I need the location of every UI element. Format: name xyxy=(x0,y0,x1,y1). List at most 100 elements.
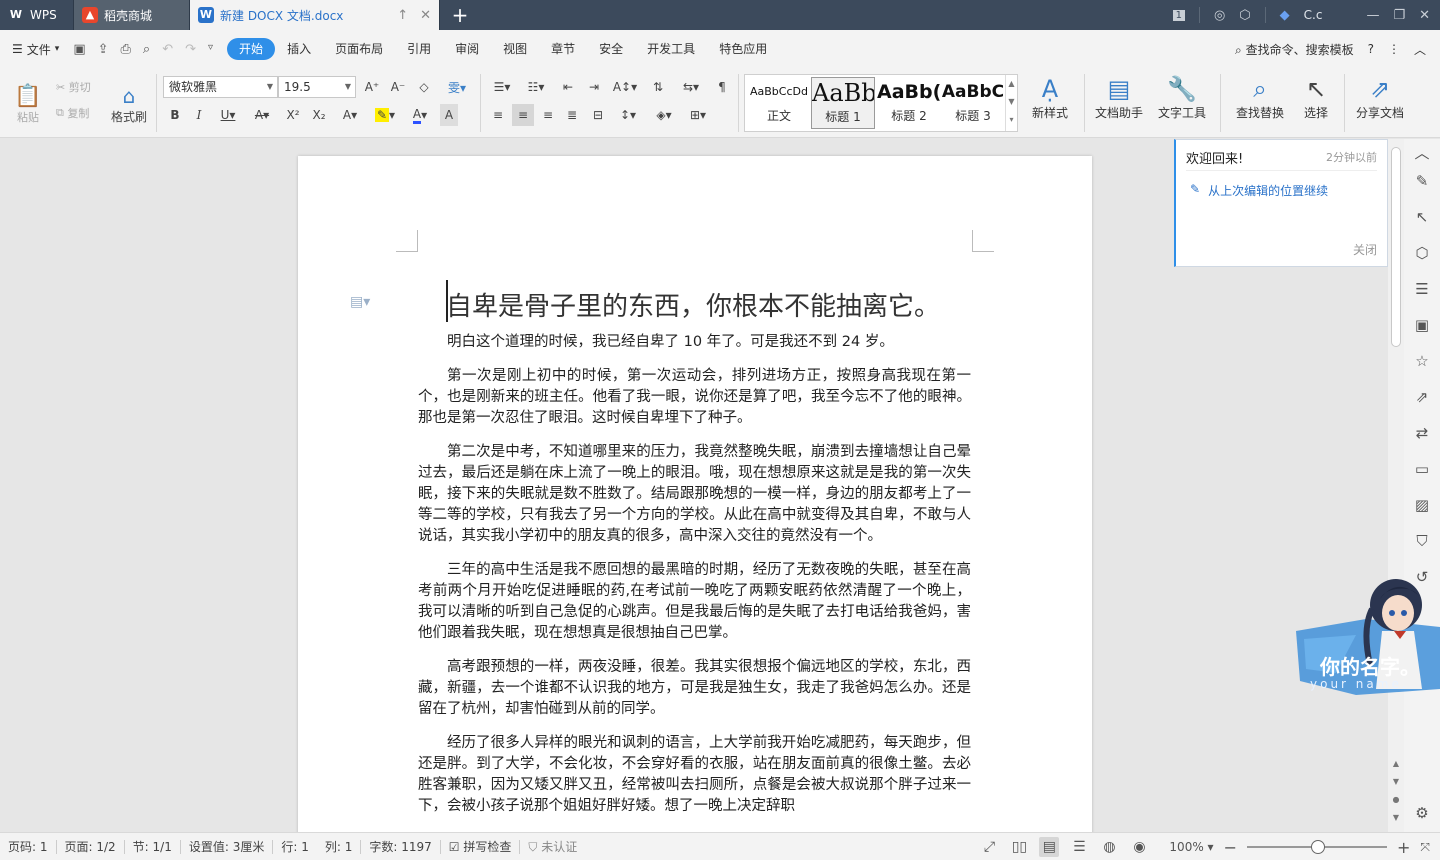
image-edit-icon[interactable]: ▣ xyxy=(1412,315,1432,335)
numbered-list-button[interactable]: ☷▾ xyxy=(522,76,550,98)
read-mode-icon[interactable]: ▯▯ xyxy=(1009,837,1029,857)
page-view-icon[interactable]: ▤ xyxy=(1039,837,1060,857)
picture-icon[interactable]: ▨ xyxy=(1412,495,1432,515)
text-effect-button[interactable]: A▾ xyxy=(336,104,364,126)
export-icon[interactable]: ⇪ xyxy=(98,42,109,57)
style-normal[interactable]: AaBbCcDd 正文 xyxy=(747,77,811,129)
paragraph-mark-button[interactable]: ⇆▾ xyxy=(676,76,706,98)
superscript-button[interactable]: X² xyxy=(282,104,304,126)
file-menu[interactable]: ☰ 文件 ▾ xyxy=(12,41,59,58)
tab-developer[interactable]: 开发工具 xyxy=(635,38,707,60)
new-tab-button[interactable]: + xyxy=(440,0,480,30)
zoom-slider-thumb[interactable] xyxy=(1310,840,1325,854)
page-indicator[interactable]: 1 xyxy=(1172,9,1185,21)
tab-wps[interactable]: W WPS xyxy=(0,0,74,30)
eye-protection-icon[interactable]: ◉ xyxy=(1129,837,1149,857)
increase-indent-button[interactable]: ⇥ xyxy=(584,76,604,98)
redo-icon[interactable]: ↷ xyxy=(185,42,196,57)
char-shading-button[interactable]: A xyxy=(440,104,458,126)
italic-button[interactable]: I xyxy=(190,104,208,126)
fit-page-icon[interactable]: ⤧ xyxy=(1420,840,1430,855)
zoom-out-button[interactable]: − xyxy=(1224,838,1237,857)
font-color-button[interactable]: A ▾ xyxy=(406,104,434,126)
align-right-button[interactable]: ≡ xyxy=(538,104,558,126)
edit-pen-icon[interactable]: ✎ xyxy=(1412,171,1432,191)
share-doc-button[interactable]: ⇗ 分享文档 xyxy=(1350,74,1410,132)
align-center-button[interactable]: ≡ xyxy=(512,104,534,126)
styles-scroll[interactable]: ▲ ▼ ▾ xyxy=(1005,75,1017,131)
document-body[interactable]: 明白这个道理的时候，我已经自卑了 10 年了。可是我还不到 24 岁。 第一次是… xyxy=(418,332,971,830)
certification-status[interactable]: ⛉ 未认证 xyxy=(520,833,585,860)
justify-button[interactable]: ≣ xyxy=(562,104,582,126)
scroll-down-arrow[interactable]: ▼ xyxy=(1388,777,1404,786)
status-page-number[interactable]: 页码: 1 xyxy=(0,833,56,860)
tab-home[interactable]: 开始 xyxy=(227,38,276,60)
welcome-close-button[interactable]: 关闭 xyxy=(1353,241,1377,258)
paragraph[interactable]: 经历了很多人异样的眼光和讽刺的语言，上大学前我开始吃减肥药，每天跑步，但还是胖。… xyxy=(418,733,971,817)
star-icon[interactable]: ☆ xyxy=(1412,351,1432,371)
adjust-icon[interactable]: ☰ xyxy=(1412,279,1432,299)
sort-button[interactable]: ⇅ xyxy=(648,76,668,98)
print-preview-icon[interactable]: ⌕ xyxy=(143,42,150,57)
tab-view[interactable]: 视图 xyxy=(491,38,539,60)
translate-icon[interactable]: ⇄ xyxy=(1412,423,1432,443)
text-direction-button[interactable]: A↕▾ xyxy=(610,76,640,98)
paragraph[interactable]: 高考跟预想的一样，两夜没睡，很差。我其实很想报个偏远地区的学校，东北，西藏，新疆… xyxy=(418,657,971,720)
continue-editing-link[interactable]: ✎ 从上次编辑的位置继续 xyxy=(1190,182,1328,199)
zoom-slider[interactable] xyxy=(1246,840,1387,854)
outline-view-icon[interactable]: ☰ xyxy=(1069,837,1089,857)
find-replace-button[interactable]: ⌕ 查找替换 xyxy=(1228,74,1292,132)
cut-button[interactable]: ✂ 剪切 xyxy=(56,78,91,96)
web-view-icon[interactable]: ◍ xyxy=(1099,837,1119,857)
tab-references[interactable]: 引用 xyxy=(395,38,443,60)
shapes-icon[interactable]: ⬡ xyxy=(1412,243,1432,263)
zoom-in-button[interactable]: + xyxy=(1397,838,1410,857)
strikethrough-button[interactable]: A▾ xyxy=(248,104,276,126)
close-window-icon[interactable]: ✕ xyxy=(1419,8,1430,23)
collapse-ribbon-icon[interactable]: ︿ xyxy=(1414,41,1426,58)
increase-font-button[interactable]: A⁺ xyxy=(362,76,382,98)
help-icon[interactable]: ? xyxy=(1368,42,1374,56)
tab-docer-store[interactable]: ▲ 稻壳商城 xyxy=(74,0,190,30)
minimize-icon[interactable]: — xyxy=(1366,8,1379,23)
copy-button[interactable]: ⧉ 复制 xyxy=(56,104,89,122)
tab-special[interactable]: 特色应用 xyxy=(707,38,779,60)
tab-document[interactable]: W 新建 DOCX 文档.docx ↑ ✕ xyxy=(190,0,440,30)
restore-icon[interactable]: ❐ xyxy=(1393,8,1405,23)
tab-insert[interactable]: 插入 xyxy=(275,38,323,60)
share-out-icon[interactable]: ⇗ xyxy=(1412,387,1432,407)
status-section[interactable]: 节: 1/1 xyxy=(125,833,180,860)
vertical-scrollbar[interactable]: ▲ ▼ ● ▼ xyxy=(1388,139,1404,832)
paragraph-doc-icon[interactable]: ▤▾ xyxy=(350,294,370,310)
style-heading-3[interactable]: AaBbC 标题 3 xyxy=(941,77,1005,129)
select-button[interactable]: ↖ 选择 xyxy=(1294,74,1338,132)
tab-review[interactable]: 审阅 xyxy=(443,38,491,60)
paragraph[interactable]: 第一次是刚上初中的时候，第一次运动会，排列进场方正，按照身高我现在第一个，也是刚… xyxy=(418,366,971,429)
user-name[interactable]: C.c xyxy=(1304,8,1323,22)
borders-button[interactable]: ⊞▾ xyxy=(684,104,712,126)
cloud-icon[interactable]: ◎ xyxy=(1214,8,1225,23)
avatar[interactable]: ◆ xyxy=(1280,8,1290,23)
shield-icon[interactable]: ⛉ xyxy=(1412,531,1432,551)
paragraph[interactable]: 三年的高中生活是我不愿回想的最黑暗的时期，经历了无数夜晚的失眠，甚至在高考前两个… xyxy=(418,560,971,644)
status-col[interactable]: 列: 1 xyxy=(317,833,361,860)
archive-icon[interactable]: ▭ xyxy=(1412,459,1432,479)
phonetic-icon[interactable]: 雯▾ xyxy=(442,76,472,98)
text-tools-button[interactable]: 🔧 文字工具 xyxy=(1150,74,1214,132)
show-marks-button[interactable]: ¶ xyxy=(712,76,732,98)
undo-icon[interactable]: ↶ xyxy=(162,42,173,57)
font-size-select[interactable]: 19.5 ▼ xyxy=(278,76,356,98)
spell-check-button[interactable]: ☑ 拼写检查 xyxy=(441,833,520,860)
paragraph[interactable]: 明白这个道理的时候，我已经自卑了 10 年了。可是我还不到 24 岁。 xyxy=(418,332,971,353)
subscript-button[interactable]: X₂ xyxy=(308,104,330,126)
collapse-panel-icon[interactable]: ︿ xyxy=(1412,143,1432,163)
bullet-list-button[interactable]: ☰▾ xyxy=(488,76,516,98)
line-spacing-button[interactable]: ↕▾ xyxy=(614,104,642,126)
print-icon[interactable]: ⎙ xyxy=(121,42,131,57)
select-cursor-icon[interactable]: ↖ xyxy=(1412,207,1432,227)
next-page-icon[interactable]: ▼ xyxy=(1388,813,1404,822)
format-painter-button[interactable]: ⌂ 格式刷 xyxy=(108,76,150,132)
prev-page-icon[interactable]: ● xyxy=(1388,795,1404,804)
scrollbar-thumb[interactable] xyxy=(1391,147,1401,347)
style-heading-2[interactable]: AaBb( 标题 2 xyxy=(877,77,941,129)
